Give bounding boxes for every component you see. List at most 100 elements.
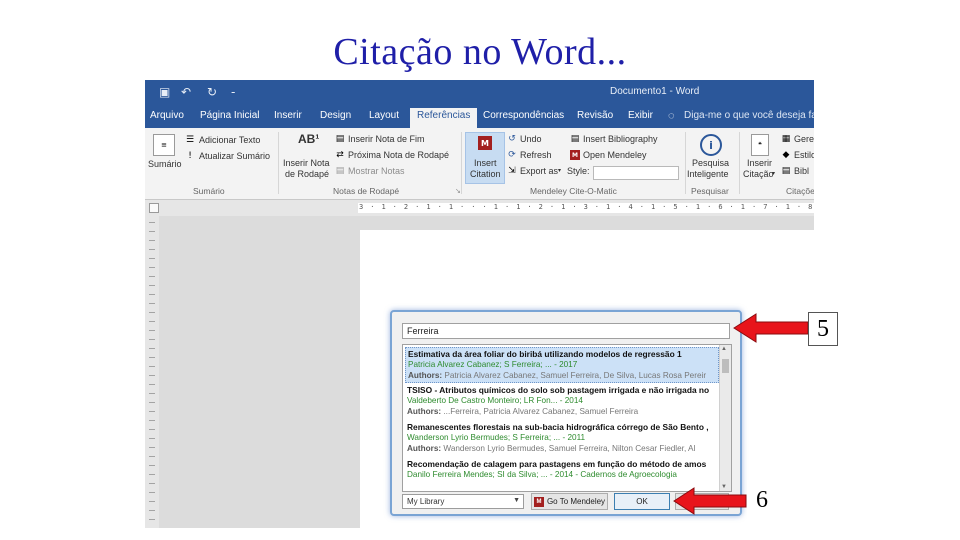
tab-revisao[interactable]: Revisão	[577, 110, 613, 121]
bibliography-icon: ▤	[570, 134, 580, 144]
table-of-contents-icon: ≡	[153, 134, 175, 156]
bibliografia-button[interactable]: Bibl	[794, 166, 809, 177]
citation-style-button[interactable]: Estilo	[794, 150, 814, 161]
vertical-ruler	[145, 216, 159, 528]
step-6-label: 6	[747, 480, 777, 520]
insert-endnote-button[interactable]: Inserir Nota de Fim	[348, 134, 425, 145]
undo-icon[interactable]: ↶	[181, 85, 191, 99]
results-scrollbar[interactable]: ▲ ▼	[719, 345, 731, 491]
group-label-mendeley: Mendeley Cite-O-Matic	[530, 186, 617, 196]
list-item[interactable]: Remanescentes florestais na sub-bacia hi…	[405, 421, 719, 457]
insert-endnote-icon: ▤	[335, 134, 345, 144]
result-authors: Authors: ...Ferreira, Patricia Alvarez C…	[407, 407, 638, 416]
smart-lookup-line2[interactable]: Inteligente	[687, 169, 729, 180]
export-dropdown-icon[interactable]: ▾	[558, 166, 561, 177]
tab-selector[interactable]	[149, 203, 159, 213]
open-mendeley-icon: M	[570, 150, 580, 160]
footnotes-dialog-launcher-icon[interactable]: ↘	[455, 186, 461, 197]
add-text-icon: ☰	[185, 135, 195, 145]
result-title: Remanescentes florestais na sub-bacia hi…	[407, 422, 709, 432]
list-item[interactable]: Estimativa da área foliar do biribá util…	[405, 347, 719, 383]
next-footnote-button[interactable]: Próxima Nota de Rodapé	[348, 150, 449, 161]
arrow-step6-shape	[673, 487, 747, 515]
smart-lookup-icon: i	[700, 134, 722, 156]
group-label-research: Pesquisar	[691, 186, 729, 196]
show-notes-button[interactable]: Mostrar Notas	[348, 166, 405, 177]
separator	[278, 132, 279, 194]
update-toc-button[interactable]: Atualizar Sumário	[199, 151, 270, 162]
result-title: Recomendação de calagem para pastagens e…	[407, 459, 707, 469]
tab-pagina-inicial[interactable]: Página Inicial	[200, 110, 259, 121]
tell-me-box[interactable]: Diga-me o que você deseja fazer	[684, 110, 814, 121]
smart-lookup-line1[interactable]: Pesquisa	[692, 158, 729, 169]
tab-layout[interactable]: Layout	[369, 110, 399, 121]
lightbulb-icon: ◌	[668, 110, 675, 122]
group-label-citations: Citaçõe	[786, 186, 814, 196]
result-meta: Valdeberto De Castro Monteiro; LR Fon...…	[407, 396, 583, 405]
tab-referencias[interactable]: Referências	[410, 108, 478, 128]
library-select[interactable]: My Library ▼	[402, 494, 524, 509]
mendeley-icon: M	[478, 136, 492, 150]
inserir-citacao-line2[interactable]: Citação	[743, 169, 774, 180]
save-icon[interactable]: ▣	[159, 85, 170, 99]
tab-inserir[interactable]: Inserir	[274, 110, 302, 121]
ok-button[interactable]: OK	[614, 493, 670, 510]
group-label-footnotes: Notas de Rodapé	[333, 186, 400, 196]
horizontal-ruler: 3 · 1 · 2 · 1 · 1 · · · 1 · 1 · 2 · 1 · …	[145, 200, 814, 216]
bibliografia-icon: ▤	[781, 166, 791, 176]
tab-correspondencias[interactable]: Correspondências	[483, 110, 564, 121]
open-mendeley-button[interactable]: Open Mendeley	[583, 150, 647, 161]
manage-sources-icon: ▦	[781, 134, 791, 144]
style-select[interactable]	[593, 166, 679, 180]
library-value: My Library	[407, 497, 445, 506]
insert-citation-line2[interactable]: Citation	[470, 169, 501, 180]
ruler-numbers: 3 · 1 · 2 · 1 · 1 · · · 1 · 1 · 2 · 1 · …	[359, 203, 814, 211]
export-icon: ⇲	[508, 166, 516, 176]
sumario-button[interactable]: Sumário	[148, 159, 182, 170]
refresh-button[interactable]: Refresh	[520, 150, 552, 161]
chevron-down-icon: ▼	[513, 497, 520, 504]
list-item[interactable]: TSISO - Atributos químicos do solo sob p…	[405, 384, 719, 420]
insert-footnote-icon: AB¹	[298, 132, 320, 146]
slide-title: Citação no Word...	[333, 31, 627, 73]
tab-design[interactable]: Design	[320, 110, 351, 121]
add-text-button[interactable]: Adicionar Texto	[199, 135, 260, 146]
ribbon-tabs: Arquivo Página Inicial Inserir Design La…	[145, 106, 814, 128]
insert-footnote-line1[interactable]: Inserir Nota	[283, 158, 330, 169]
result-title: Estimativa da área foliar do biribá util…	[408, 349, 682, 359]
inserir-citacao-line1[interactable]: Inserir	[747, 158, 772, 169]
authors-text: Patricia Alvarez Cabanez, Samuel Ferreir…	[444, 371, 707, 380]
step-5-label: 5	[808, 312, 838, 346]
undo-citation-button[interactable]: Undo	[520, 134, 542, 145]
separator	[461, 132, 462, 194]
authors-label: Authors:	[407, 407, 442, 416]
separator	[739, 132, 740, 194]
citation-style-icon: ◆	[782, 150, 790, 160]
customize-toolbar-icon[interactable]: -	[231, 85, 235, 99]
result-authors: Authors: Wanderson Lyrio Bermudes, Samue…	[407, 444, 695, 453]
refresh-icon: ⟳	[508, 150, 516, 160]
tab-arquivo[interactable]: Arquivo	[150, 110, 184, 121]
inserir-citacao-dropdown-icon[interactable]: ▾	[772, 169, 775, 180]
update-toc-icon: !	[188, 151, 192, 161]
result-meta: Patricia Alvarez Cabanez; S Ferreira; ..…	[408, 360, 578, 369]
insert-citation-word-icon: ❝	[751, 134, 769, 156]
citation-search-input[interactable]: Ferreira	[402, 323, 730, 339]
redo-icon[interactable]: ↻	[207, 85, 217, 99]
arrow-step6-icon	[673, 487, 747, 515]
ribbon: ≡ Sumário ☰ Adicionar Texto ! Atualizar …	[145, 128, 814, 200]
go-to-mendeley-button[interactable]: M Go To Mendeley	[531, 493, 608, 510]
go-to-mendeley-label: Go To Mendeley	[546, 497, 606, 506]
export-button[interactable]: Export as	[520, 166, 558, 177]
insert-footnote-line2[interactable]: de Rodapé	[285, 169, 329, 180]
scroll-up-icon[interactable]: ▲	[721, 346, 727, 352]
insert-citation-line1[interactable]: Insert	[474, 158, 497, 169]
next-footnote-icon: ⇄	[336, 150, 344, 160]
arrow-step5-icon	[733, 313, 809, 343]
insert-bibliography-button[interactable]: Insert Bibliography	[583, 134, 658, 145]
tab-exibir[interactable]: Exibir	[628, 110, 653, 121]
manage-sources-button[interactable]: Gere	[794, 134, 814, 145]
citation-results-list[interactable]: Estimativa da área foliar do biribá util…	[402, 344, 732, 492]
scrollbar-thumb[interactable]	[722, 359, 729, 373]
show-notes-icon: ▤	[335, 166, 345, 176]
